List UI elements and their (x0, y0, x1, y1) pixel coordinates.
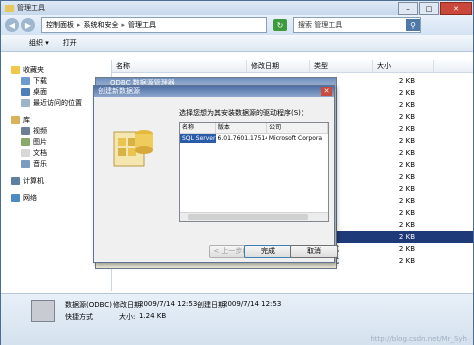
driver-col-company[interactable]: 公司 (267, 123, 328, 133)
open-button[interactable]: 打开 (63, 38, 77, 48)
folder-icon (5, 4, 14, 12)
file-size: 2 KB (398, 245, 415, 253)
forward-button[interactable]: ▶ (21, 18, 35, 32)
file-size: 2 KB (398, 197, 415, 205)
minimize-button[interactable]: – (398, 2, 418, 15)
file-size: 2 KB (398, 221, 415, 229)
file-size: 2 KB (398, 173, 415, 181)
details-modified: 2009/7/14 12:53 (139, 300, 198, 308)
file-size: 2 KB (398, 137, 415, 145)
download-icon (21, 76, 30, 85)
file-size: 2 KB (398, 113, 415, 121)
titlebar: 管理工具 – □ ✕ (1, 1, 473, 15)
col-size[interactable]: 大小 (373, 60, 434, 72)
file-size: 2 KB (398, 209, 415, 217)
address-bar[interactable]: 控制面板 ▸ 系统和安全 ▸ 管理工具 (41, 17, 267, 33)
refresh-icon[interactable]: ↻ (273, 19, 287, 31)
driver-company: Microsoft Corpora (268, 135, 323, 142)
driver-name[interactable]: SQL Server (180, 134, 216, 143)
toolbar: 组织 ▾ 打开 (1, 35, 473, 52)
desktop-icon (21, 87, 30, 96)
driver-list-scrollbar[interactable] (180, 212, 328, 221)
driver-prompt: 选择您想为其安装数据源的驱动程序(S)： (179, 109, 308, 117)
finish-button[interactable]: 完成 (244, 245, 292, 258)
close-button[interactable]: ✕ (440, 2, 472, 15)
star-icon (11, 65, 20, 74)
col-type[interactable]: 类型 (310, 60, 373, 72)
file-size: 2 KB (398, 101, 415, 109)
file-size: 2 KB (398, 77, 415, 85)
computer-icon (11, 176, 20, 185)
window-title: 管理工具 (17, 4, 45, 12)
file-size: 2 KB (398, 161, 415, 169)
driver-col-name[interactable]: 名称 (180, 123, 216, 133)
address-part[interactable]: 管理工具 (128, 20, 156, 30)
document-icon (21, 148, 30, 157)
details-size: 1.24 KB (139, 312, 167, 320)
driver-list[interactable]: 名称 版本 公司 SQL Server 6.01.7601.17514 Micr… (179, 122, 329, 222)
col-name[interactable]: 名称 (112, 60, 247, 72)
details-type: 快捷方式 (65, 313, 93, 321)
network-icon (11, 193, 20, 202)
search-input[interactable]: 搜索 管理工具 ⚲ (293, 17, 421, 33)
file-size: 2 KB (398, 257, 415, 265)
details-created: 2009/7/14 12:53 (223, 300, 282, 308)
nav-favorites[interactable]: 收藏夹 (1, 64, 111, 75)
library-icon (11, 115, 20, 124)
address-row: ◀ ▶ 控制面板 ▸ 系统和安全 ▸ 管理工具 ↻ 搜索 管理工具 ⚲ (1, 15, 473, 35)
file-size: 2 KB (398, 185, 415, 193)
details-size-label: 大小: (119, 313, 136, 321)
maximize-button[interactable]: □ (419, 2, 439, 15)
driver-list-header: 名称 版本 公司 (180, 123, 328, 134)
details-pane: 数据源(ODBC) 修改日期: 2009/7/14 12:53 创建日期: 20… (1, 293, 473, 345)
picture-icon (21, 137, 30, 146)
driver-row[interactable]: SQL Server 6.01.7601.17514 Microsoft Cor… (180, 134, 328, 143)
driver-version: 6.01.7601.17514 (217, 135, 267, 142)
column-header: 名称 修改日期 类型 大小 (112, 60, 473, 73)
dialog-title: 创建新数据源 (98, 87, 140, 95)
col-modified[interactable]: 修改日期 (247, 60, 310, 72)
dialog-close-button[interactable]: ✕ (321, 87, 332, 96)
address-part[interactable]: 系统和安全 (84, 20, 119, 30)
file-size: 2 KB (398, 125, 415, 133)
organize-button[interactable]: 组织 ▾ (29, 38, 49, 48)
recent-icon (21, 98, 30, 107)
dialog-titlebar: 创建新数据源 ✕ (94, 86, 334, 97)
odbc-icon (31, 300, 55, 322)
file-size: 2 KB (398, 149, 415, 157)
cancel-button[interactable]: 取消 (290, 245, 338, 258)
address-part[interactable]: 控制面板 (46, 20, 74, 30)
video-icon (21, 126, 30, 135)
file-size: 2 KB (398, 89, 415, 97)
file-size: 2 KB (398, 233, 415, 241)
wizard-illustration (113, 130, 153, 167)
back-button[interactable]: ◀ (5, 18, 19, 32)
music-icon (21, 159, 30, 168)
watermark: http://blog.csdn.net/Mr_Syh (370, 335, 467, 343)
search-icon[interactable]: ⚲ (406, 19, 420, 31)
driver-col-version[interactable]: 版本 (216, 123, 268, 133)
create-datasource-dialog: 创建新数据源 ✕ 选择您想为其安装数据源的驱动程序(S)： 名称 版本 公司 S… (93, 85, 338, 263)
details-name: 数据源(ODBC) (65, 301, 112, 309)
